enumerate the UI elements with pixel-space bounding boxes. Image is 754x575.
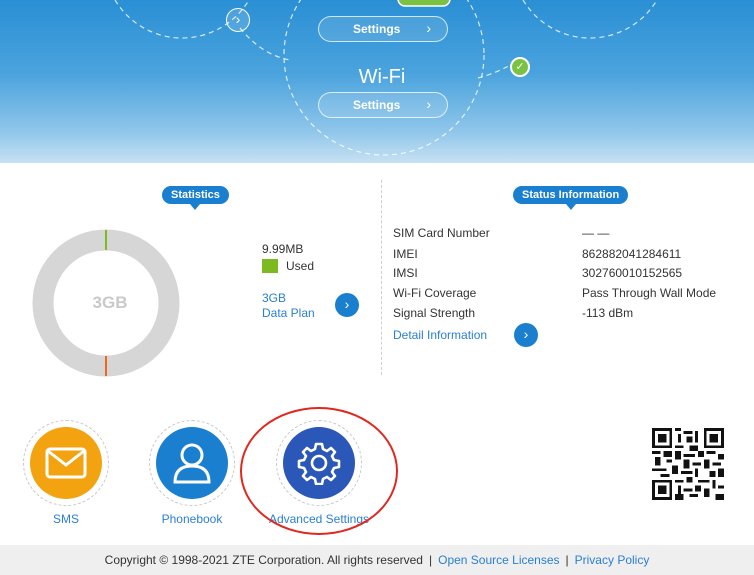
status-row: Signal Strength -113 dBm (393, 306, 733, 324)
status-label: Signal Strength (393, 306, 476, 320)
status-label: Wi-Fi Coverage (393, 286, 477, 300)
person-icon (173, 443, 211, 484)
data-plan-arrow-button[interactable]: › (335, 293, 359, 317)
status-label: IMSI (393, 266, 418, 280)
chevron-right-icon: › (426, 20, 431, 36)
sms-app-circle (30, 427, 102, 499)
check-icon: ✓ (510, 57, 530, 77)
highlight-annotation-circle (240, 407, 398, 535)
chevron-right-icon: › (426, 96, 431, 112)
data-plan-size[interactable]: 3GB (262, 291, 286, 305)
copyright-text: Copyright © 1998-2021 ZTE Corporation. A… (104, 553, 423, 567)
wifi-title: Wi-Fi (358, 66, 406, 88)
footer: Copyright © 1998-2021 ZTE Corporation. A… (0, 545, 754, 575)
network-banner: › Settings › Wi-Fi Settings › ✓ (0, 0, 754, 163)
top-settings-label: Settings (353, 22, 401, 36)
footer-separator: | (565, 553, 569, 567)
wifi-settings-button[interactable]: Settings › (318, 92, 448, 118)
status-label: IMEI (393, 247, 418, 261)
phonebook-app-button[interactable] (149, 420, 235, 506)
top-settings-button[interactable]: Settings › (318, 16, 448, 42)
detail-information-arrow-button[interactable]: › (514, 323, 538, 347)
donut-capacity-label: 3GB (92, 293, 128, 312)
sms-app-label[interactable]: SMS (11, 512, 121, 526)
phonebook-app-label[interactable]: Phonebook (137, 512, 247, 526)
status-row: SIM Card Number — — (393, 226, 733, 244)
phonebook-app-circle (156, 427, 228, 499)
status-row: Wi-Fi Coverage Pass Through Wall Mode (393, 286, 733, 304)
statistics-tag: Statistics (162, 186, 229, 210)
wifi-settings-label: Settings (353, 98, 401, 112)
status-value: -113 dBm (582, 306, 634, 320)
status-value: — — (582, 226, 610, 240)
used-amount: 9.99MB (262, 242, 304, 256)
status-information-tag: Status Information (513, 186, 629, 210)
section-divider (381, 180, 382, 375)
footer-separator: | (428, 553, 433, 567)
privacy-policy-link[interactable]: Privacy Policy (575, 553, 650, 567)
qr-code (652, 428, 724, 500)
status-value: Pass Through Wall Mode (582, 286, 717, 300)
data-plan-link[interactable]: Data Plan (262, 306, 315, 320)
envelope-icon (45, 447, 87, 479)
open-source-licenses-link[interactable]: Open Source Licenses (438, 553, 559, 567)
banner-next-button[interactable]: › (226, 8, 250, 32)
status-value: 862882041284611 (582, 247, 682, 261)
sms-app-button[interactable] (23, 420, 109, 506)
status-row: IMEI 862882041284611 (393, 247, 733, 265)
detail-information-link[interactable]: Detail Information (393, 328, 487, 342)
used-legend-swatch (262, 259, 278, 273)
status-row: IMSI 302760010152565 (393, 266, 733, 284)
used-label: Used (286, 259, 315, 273)
status-value: 302760010152565 (582, 266, 683, 280)
status-label: SIM Card Number (393, 226, 490, 240)
